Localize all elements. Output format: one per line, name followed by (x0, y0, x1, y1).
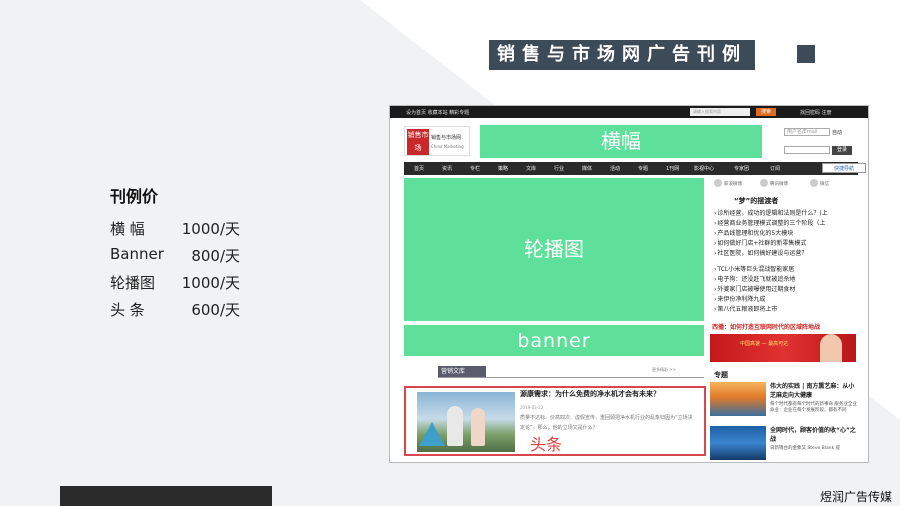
brand-name: 煜润广告传媒 (819, 490, 892, 504)
logo-name: 销售与市场网 (431, 135, 462, 141)
news-item[interactable]: 来伊份净利降九成 (714, 294, 854, 303)
news-item[interactable]: 经营商业务管理模式调整的三个阶段（上 (714, 218, 854, 227)
topic-image[interactable] (710, 426, 766, 460)
site-search-button[interactable]: 搜索 (756, 108, 776, 116)
nav-item[interactable]: 文库 (526, 165, 536, 172)
nav-item[interactable]: 首页 (414, 165, 424, 172)
topic-title[interactable]: 伟大的实践 | 南方熏艺麻：从小芝麻走向大健康 (770, 382, 858, 400)
website-screenshot: 设为首页 收藏本站 精彩专题 请输入搜索内容 搜索 找回密码 注册 销售市场 销… (389, 105, 869, 463)
news-item[interactable]: 如何做好门店+社群的新零售模式 (714, 238, 854, 247)
main-nav: 首页 资讯 专栏 策略 文库 行业 媒体 活动 专题 1刊网 影视中心 专家团 … (404, 162, 866, 175)
decorative-square (797, 45, 815, 63)
share-bar: 新浪微博 腾讯微博 微信 (714, 179, 854, 188)
carousel-ad-slot[interactable]: 轮播图 (404, 178, 704, 321)
login-button[interactable]: 登录 (832, 146, 852, 155)
dream-title[interactable]: “梦”的摆渡者 (734, 196, 778, 206)
tencent-weibo-icon[interactable] (760, 179, 768, 187)
share-label[interactable]: 新浪微博 (724, 181, 742, 187)
logo-subtitle: China Marketing (431, 144, 464, 149)
site-logo[interactable]: 销售市场 销售与市场网 China Marketing (404, 126, 470, 156)
headline-label: 头条 (530, 435, 563, 454)
nav-item[interactable]: 媒体 (582, 165, 592, 172)
news-item[interactable]: 第八代五粮液即将上市 (714, 304, 854, 313)
login-box: 用户名/Email 自动 登录 (784, 128, 854, 158)
username-field[interactable]: 用户名/Email (784, 128, 830, 136)
ad-model-figure (820, 334, 842, 362)
price-name: Banner (110, 245, 164, 263)
topbar-account-links[interactable]: 找回密码 注册 (800, 109, 832, 116)
nav-item[interactable]: 影视中心 (694, 165, 714, 172)
price-value: 1000/天 (181, 274, 240, 292)
price-name: 横 幅 (110, 220, 145, 238)
nav-item[interactable]: 策略 (498, 165, 508, 172)
price-value: 600/天 (191, 301, 240, 319)
bottom-decor-bar (60, 486, 272, 506)
headline-summary: 质量不达标、价高四次、虚假宣传，重回顾把净水机行业的乱象归因为“立场决定论”。那… (520, 415, 693, 431)
ad-title-link[interactable]: 西播：如何打造互联网时代的区域阵地战 (712, 322, 820, 331)
price-value: 800/天 (191, 247, 240, 265)
news-item[interactable]: 诊所经营，成功的逻辑和法则是什么？(上 (714, 208, 854, 217)
topic-item[interactable]: 伟大的实践 | 南方熏艺麻：从小芝麻走向大健康 每个时代都有每个时代的新事命 服… (710, 382, 858, 420)
topic-title[interactable]: 全网时代，顾客价值的收“心”之战 (770, 426, 858, 444)
headline-date: 2019-03-22 (520, 405, 544, 410)
person-figure (471, 408, 485, 446)
section-more-link[interactable]: 更多精彩 >> (652, 367, 676, 373)
topic-image[interactable] (710, 382, 766, 416)
share-label[interactable]: 腾讯微博 (770, 181, 788, 187)
topic-summary: 每个时代都有每个时代的新事命 服务业全业命业：企业在每个发展阶段，都有不同 (770, 402, 857, 413)
site-topbar: 设为首页 收藏本站 精彩专题 请输入搜索内容 搜索 找回密码 注册 (390, 106, 868, 118)
topics-label: 专题 (714, 371, 728, 379)
price-name: 轮播图 (110, 274, 156, 292)
mid-banner-ad-slot[interactable]: banner (404, 325, 704, 356)
right-column: 新浪微博 腾讯微博 微信 “梦”的摆渡者 诊所经营，成功的逻辑和法则是什么？(上… (710, 176, 860, 462)
nav-item[interactable]: 资讯 (442, 165, 452, 172)
share-label[interactable]: 微信 (820, 181, 829, 187)
weibo-icon[interactable] (714, 179, 722, 187)
tent-shape (419, 422, 445, 446)
topbar-links[interactable]: 设为首页 收藏本站 精彩专题 (406, 109, 469, 116)
nav-item[interactable]: 专家团 (734, 165, 749, 172)
nav-item[interactable]: 活动 (610, 165, 620, 172)
news-item[interactable]: TCL小米等巨头混战智能家居 (714, 264, 854, 273)
section-tab[interactable]: 营销文库 (438, 366, 486, 377)
slide-title: 销售与市场网广告刊例 (489, 40, 755, 70)
headline-ad-slot[interactable]: 源康需求：为什么免费的净水机才会有未来？ 2019-03-22 质量不达标、价高… (404, 386, 706, 456)
nav-item[interactable]: 订阅 (770, 165, 780, 172)
slide: 销售与市场网广告刊例 刊例价 横 幅 1000/天 Banner 800/天 轮… (0, 0, 900, 506)
news-item[interactable]: 电子狗：还没赶飞就被追杀地 (714, 274, 854, 283)
site-search-input[interactable]: 请输入搜索内容 (690, 108, 750, 116)
news-item[interactable]: 产品线管理和优化的5大模块 (714, 228, 854, 237)
section-divider (438, 377, 704, 378)
headline-title[interactable]: 源康需求：为什么免费的净水机才会有未来？ (520, 389, 660, 399)
nav-item[interactable]: 专题 (638, 165, 648, 172)
topic-item[interactable]: 全网时代，顾客价值的收“心”之战 日新锦台的金象又 Steve Blank 提 (710, 426, 858, 462)
library-section-header: 营销文库 更多精彩 >> (404, 364, 704, 380)
headline-image[interactable] (417, 392, 515, 452)
ad-text: 中国高速 — 最高可达 (740, 341, 789, 347)
price-name: 头 条 (110, 301, 145, 319)
news-item[interactable]: 社区医院，如何搞好建设与运营？ (714, 248, 854, 257)
nav-item[interactable]: 1刊网 (666, 165, 679, 172)
nav-item[interactable]: 专栏 (470, 165, 480, 172)
password-field[interactable] (784, 146, 830, 154)
quick-nav-button[interactable]: 快捷导航 (822, 163, 866, 173)
logo-mark: 销售市场 (407, 129, 429, 155)
person-figure (447, 406, 463, 446)
side-ad-image[interactable]: 中国高速 — 最高可达 (710, 334, 856, 362)
nav-item[interactable]: 行业 (554, 165, 564, 172)
price-value: 1000/天 (181, 220, 240, 238)
news-item[interactable]: 外婆家门店被曝使用过期食材 (714, 284, 854, 293)
wechat-icon[interactable] (810, 179, 818, 187)
price-list-title: 刊例价 (110, 187, 159, 206)
banner-ad-slot[interactable]: 横幅 (480, 125, 762, 158)
auto-login-checkbox[interactable]: 自动 (832, 129, 842, 136)
topic-summary: 日新锦台的金象又 Steve Blank 提 (770, 446, 841, 451)
